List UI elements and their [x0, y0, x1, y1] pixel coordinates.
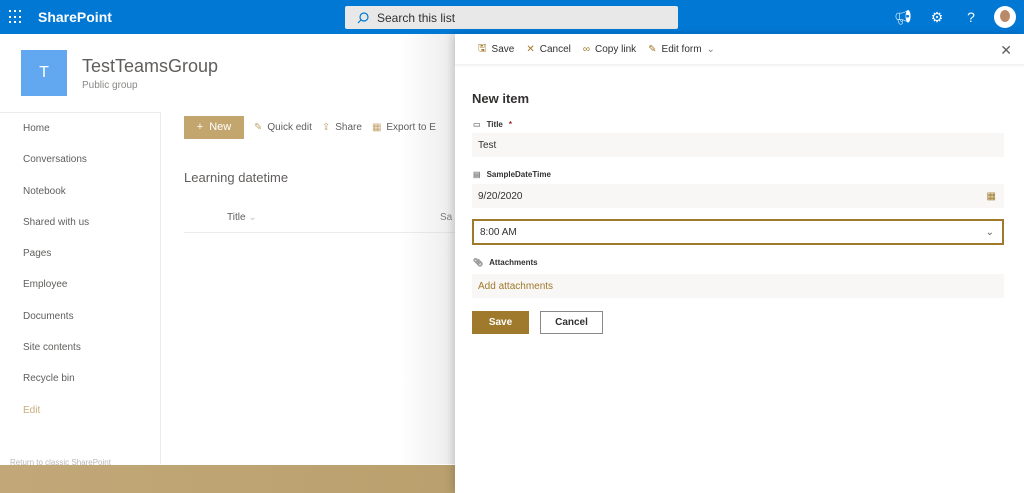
- export-button[interactable]: ▦ Export to E: [372, 122, 436, 133]
- toolbar-save-button[interactable]: 🖫︎ Save: [478, 41, 514, 58]
- date-input[interactable]: 9/20/2020 ▦: [472, 184, 1004, 208]
- export-label: Export to E: [386, 121, 436, 133]
- paperclip-icon: 📎︎: [473, 258, 484, 267]
- attachments-label: Attachments: [489, 258, 538, 267]
- chevron-down-icon: ⌄: [248, 212, 257, 223]
- site-subtitle: Public group: [82, 80, 138, 91]
- chevron-down-icon: ⌄: [985, 226, 994, 238]
- title-input[interactable]: Test: [472, 133, 1004, 157]
- excel-icon: ▦: [371, 121, 382, 133]
- new-item-panel: 🖫︎ Save ✕ Cancel ∞ Copy link ✎ Edit form ⌄ ✕ …: [455, 34, 1024, 493]
- plus-icon: +: [196, 121, 204, 133]
- app-launcher-icon[interactable]: [9, 10, 23, 24]
- copy-link-button[interactable]: ∞ Copy link: [583, 44, 636, 55]
- save-icon: 🖫︎: [478, 42, 487, 54]
- time-dropdown[interactable]: 8:00 AM ⌄: [472, 219, 1004, 245]
- nav-item-pages[interactable]: Pages: [0, 238, 160, 269]
- column-title-label: Title: [227, 212, 246, 223]
- help-icon[interactable]: ?: [954, 9, 988, 25]
- nav-edit-link[interactable]: Edit: [0, 395, 160, 426]
- megaphone-icon[interactable]: 📢︎: [886, 9, 920, 26]
- quick-edit-label: Quick edit: [267, 121, 312, 133]
- cancel-button[interactable]: Cancel: [540, 311, 603, 334]
- left-nav: Home Conversations Notebook Shared with …: [0, 112, 161, 464]
- avatar[interactable]: [994, 6, 1016, 28]
- nav-item-recycle-bin[interactable]: Recycle bin: [0, 363, 160, 394]
- edit-form-label: Edit form: [661, 43, 702, 55]
- site-title[interactable]: TestTeamsGroup: [82, 56, 218, 77]
- date-value: 9/20/2020: [478, 190, 523, 202]
- close-icon[interactable]: ✕: [1000, 42, 1012, 59]
- search-input[interactable]: Search this list: [345, 6, 678, 29]
- pencil-icon: ✎: [254, 121, 263, 133]
- toolbar-cancel-button[interactable]: ✕ Cancel: [526, 44, 571, 55]
- calendar-icon[interactable]: ▦: [987, 191, 996, 202]
- panel-title: New item: [472, 91, 530, 106]
- text-field-icon: ▭: [473, 120, 481, 129]
- save-button[interactable]: Save: [472, 311, 529, 334]
- add-attachments-area: Add attachments: [472, 274, 1004, 298]
- site-header: T TestTeamsGroup Public group: [0, 34, 455, 112]
- column-header-sample[interactable]: Sa: [440, 212, 452, 223]
- nav-item-employee[interactable]: Employee: [0, 269, 160, 300]
- toolbar-save-label: Save: [491, 43, 515, 55]
- calendar-icon: ▤: [473, 170, 481, 179]
- title-label: Title: [486, 120, 503, 129]
- nav-item-notebook[interactable]: Notebook: [0, 176, 160, 207]
- title-value: Test: [478, 139, 497, 151]
- footer-bar: [0, 465, 455, 493]
- time-value: 8:00 AM: [480, 226, 517, 238]
- site-logo[interactable]: T: [21, 50, 67, 96]
- column-headers: Title ⌄ Sa: [184, 205, 455, 233]
- search-placeholder: Search this list: [377, 10, 456, 25]
- edit-form-button[interactable]: ✎ Edit form ⌄: [648, 44, 715, 55]
- share-icon: ⇪: [321, 121, 331, 133]
- list-title: Learning datetime: [184, 170, 289, 185]
- nav-item-home[interactable]: Home: [0, 113, 160, 144]
- nav-item-conversations[interactable]: Conversations: [0, 144, 160, 175]
- share-label: Share: [335, 121, 362, 133]
- title-field-label: ▭ Title *: [473, 120, 512, 129]
- share-button[interactable]: ⇪ Share: [322, 122, 362, 133]
- copy-link-label: Copy link: [595, 43, 637, 55]
- search-icon: [357, 11, 369, 23]
- pencil-icon: ✎: [648, 43, 657, 55]
- nav-item-shared[interactable]: Shared with us: [0, 207, 160, 238]
- suite-bar: SharePoint Search this list 📢︎ ⚙ ?: [0, 0, 1024, 34]
- nav-item-site-contents[interactable]: Site contents: [0, 332, 160, 363]
- nav-item-documents[interactable]: Documents: [0, 301, 160, 332]
- attachments-field-label: 📎︎ Attachments: [473, 258, 538, 267]
- required-mark: *: [508, 120, 512, 129]
- add-attachments-link[interactable]: Add attachments: [478, 281, 553, 292]
- new-button[interactable]: + New: [184, 115, 244, 139]
- toolbar-cancel-label: Cancel: [539, 43, 571, 55]
- command-bar: + New ✎ Quick edit ⇪ Share ▦ Export to E: [161, 113, 455, 141]
- link-icon: ∞: [582, 43, 590, 55]
- cancel-icon: ✕: [526, 43, 535, 55]
- panel-toolbar: 🖫︎ Save ✕ Cancel ∞ Copy link ✎ Edit form ⌄ ✕: [455, 34, 1024, 65]
- column-header-title[interactable]: Title ⌄: [227, 212, 257, 223]
- chevron-down-icon: ⌄: [706, 43, 715, 55]
- gear-icon[interactable]: ⚙: [920, 9, 954, 26]
- datetime-field-label: ▤ SampleDateTime: [473, 170, 551, 179]
- quick-edit-button[interactable]: ✎ Quick edit: [254, 122, 312, 133]
- datetime-label: SampleDateTime: [486, 170, 551, 179]
- new-label: New: [209, 121, 232, 133]
- brand-link[interactable]: SharePoint: [38, 9, 112, 25]
